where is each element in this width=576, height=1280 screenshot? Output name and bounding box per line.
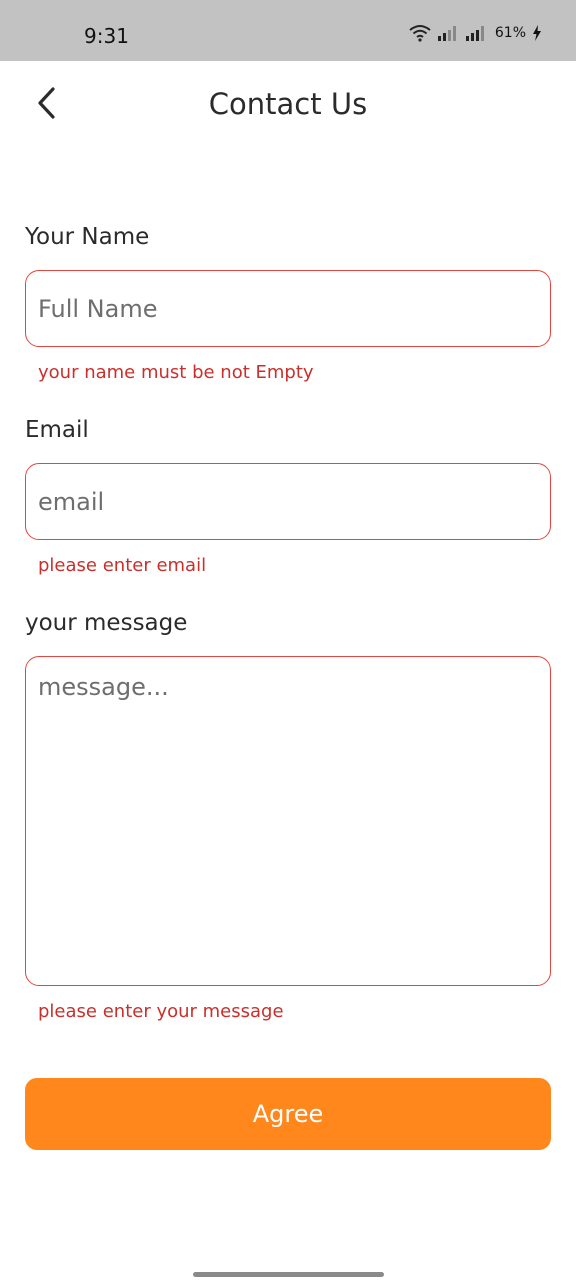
name-label: Your Name [25,224,150,250]
email-label: Email [25,417,89,443]
message-textarea[interactable] [25,656,551,986]
battery-charging-icon [532,25,542,41]
email-error: please enter email [38,555,207,576]
message-error: please enter your message [38,1001,284,1022]
wifi-icon [409,24,431,42]
agree-button[interactable]: Agree [25,1078,551,1150]
page-title: Contact Us [208,87,368,121]
name-input[interactable] [25,270,551,347]
status-time: 9:31 [84,24,129,48]
signal-icon [437,25,459,41]
email-input[interactable] [25,463,551,540]
message-label: your message [25,610,188,636]
home-indicator[interactable] [193,1272,384,1277]
name-error: your name must be not Empty [38,362,314,383]
battery-percent: 61% [494,25,526,41]
status-bar: 9:31 61% [0,0,576,61]
status-icons: 61% [409,24,542,42]
app-header: Contact Us [0,61,576,151]
signal-icon [465,25,487,41]
